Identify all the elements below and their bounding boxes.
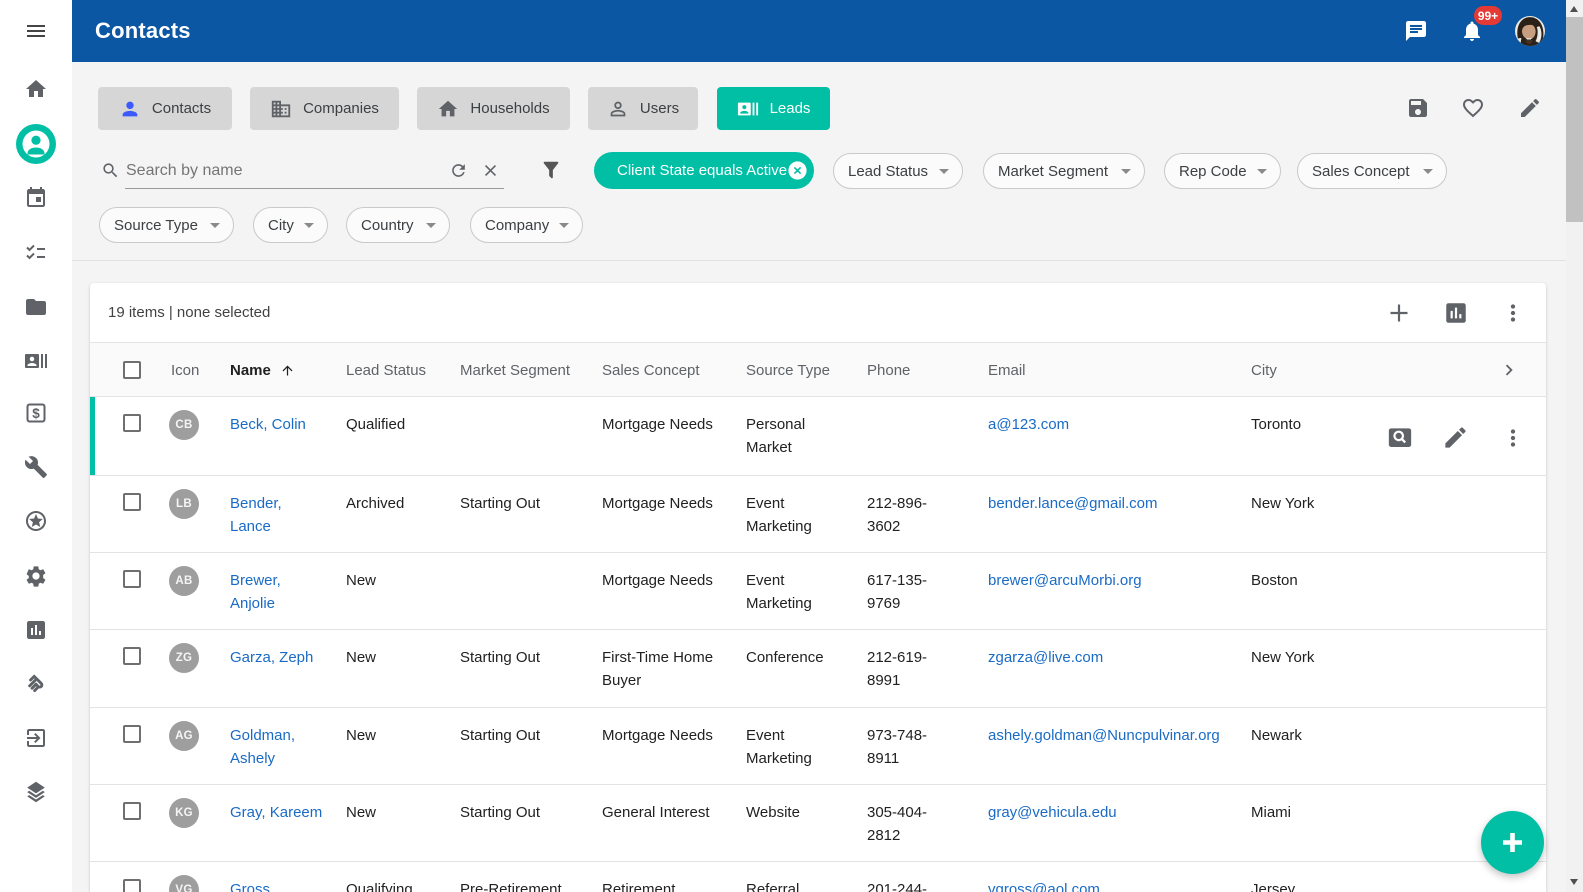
svg-text:$: $ bbox=[32, 406, 40, 421]
